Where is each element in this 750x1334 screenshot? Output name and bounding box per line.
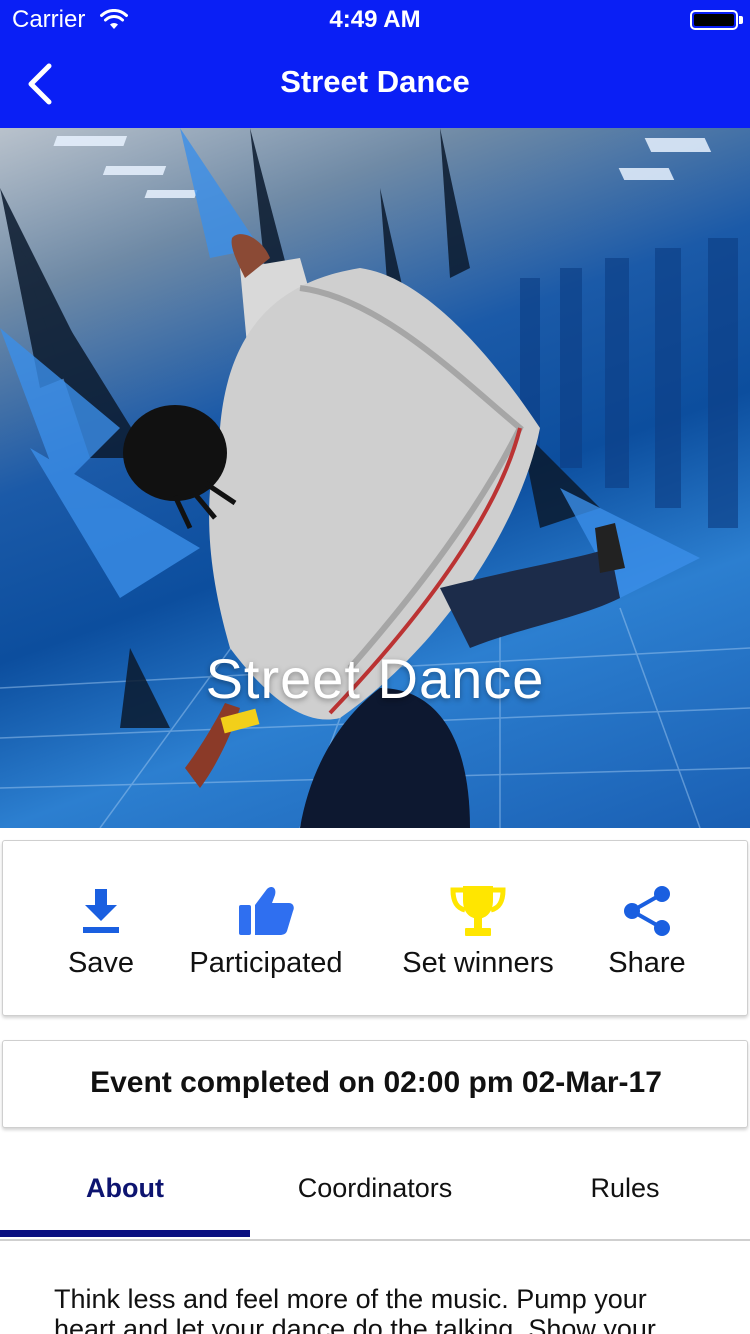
share-button[interactable]: Share bbox=[595, 881, 699, 980]
hero-image: Street Dance bbox=[0, 128, 750, 828]
participated-button[interactable]: Participated bbox=[175, 881, 357, 980]
share-label: Share bbox=[608, 947, 686, 979]
event-status-text: Event completed on 02:00 pm 02-Mar-17 bbox=[90, 1066, 662, 1099]
about-description: Think less and feel more of the music. P… bbox=[54, 1284, 656, 1334]
action-card: Save Participated Set winners Share bbox=[2, 840, 748, 1016]
page-title: Street Dance bbox=[280, 64, 470, 99]
status-time: 4:49 AM bbox=[329, 6, 421, 33]
tab-coordinators[interactable]: Coordinators bbox=[250, 1138, 500, 1238]
nav-bar: Street Dance bbox=[0, 40, 750, 128]
download-icon bbox=[71, 881, 131, 941]
battery-fill bbox=[694, 14, 734, 26]
tab-about[interactable]: About bbox=[0, 1138, 250, 1238]
battery-icon bbox=[690, 10, 738, 30]
set-winners-button[interactable]: Set winners bbox=[389, 881, 567, 980]
active-tab-indicator bbox=[0, 1230, 250, 1237]
thumbs-up-icon bbox=[236, 881, 296, 941]
tab-rules[interactable]: Rules bbox=[500, 1138, 750, 1238]
event-status-card: Event completed on 02:00 pm 02-Mar-17 bbox=[2, 1040, 748, 1128]
trophy-icon bbox=[448, 881, 508, 941]
tabs-divider bbox=[0, 1239, 750, 1241]
tab-bar: About Coordinators Rules bbox=[0, 1138, 750, 1242]
status-bar: Carrier 4:49 AM bbox=[0, 0, 750, 40]
save-label: Save bbox=[67, 947, 135, 979]
share-icon bbox=[617, 881, 677, 941]
hero-title: Street Dance bbox=[205, 647, 545, 710]
set-winners-label: Set winners bbox=[402, 947, 554, 979]
battery-cap bbox=[739, 16, 743, 24]
save-button[interactable]: Save bbox=[37, 881, 165, 980]
participated-label: Participated bbox=[189, 947, 343, 979]
hero-illustration bbox=[0, 128, 750, 828]
